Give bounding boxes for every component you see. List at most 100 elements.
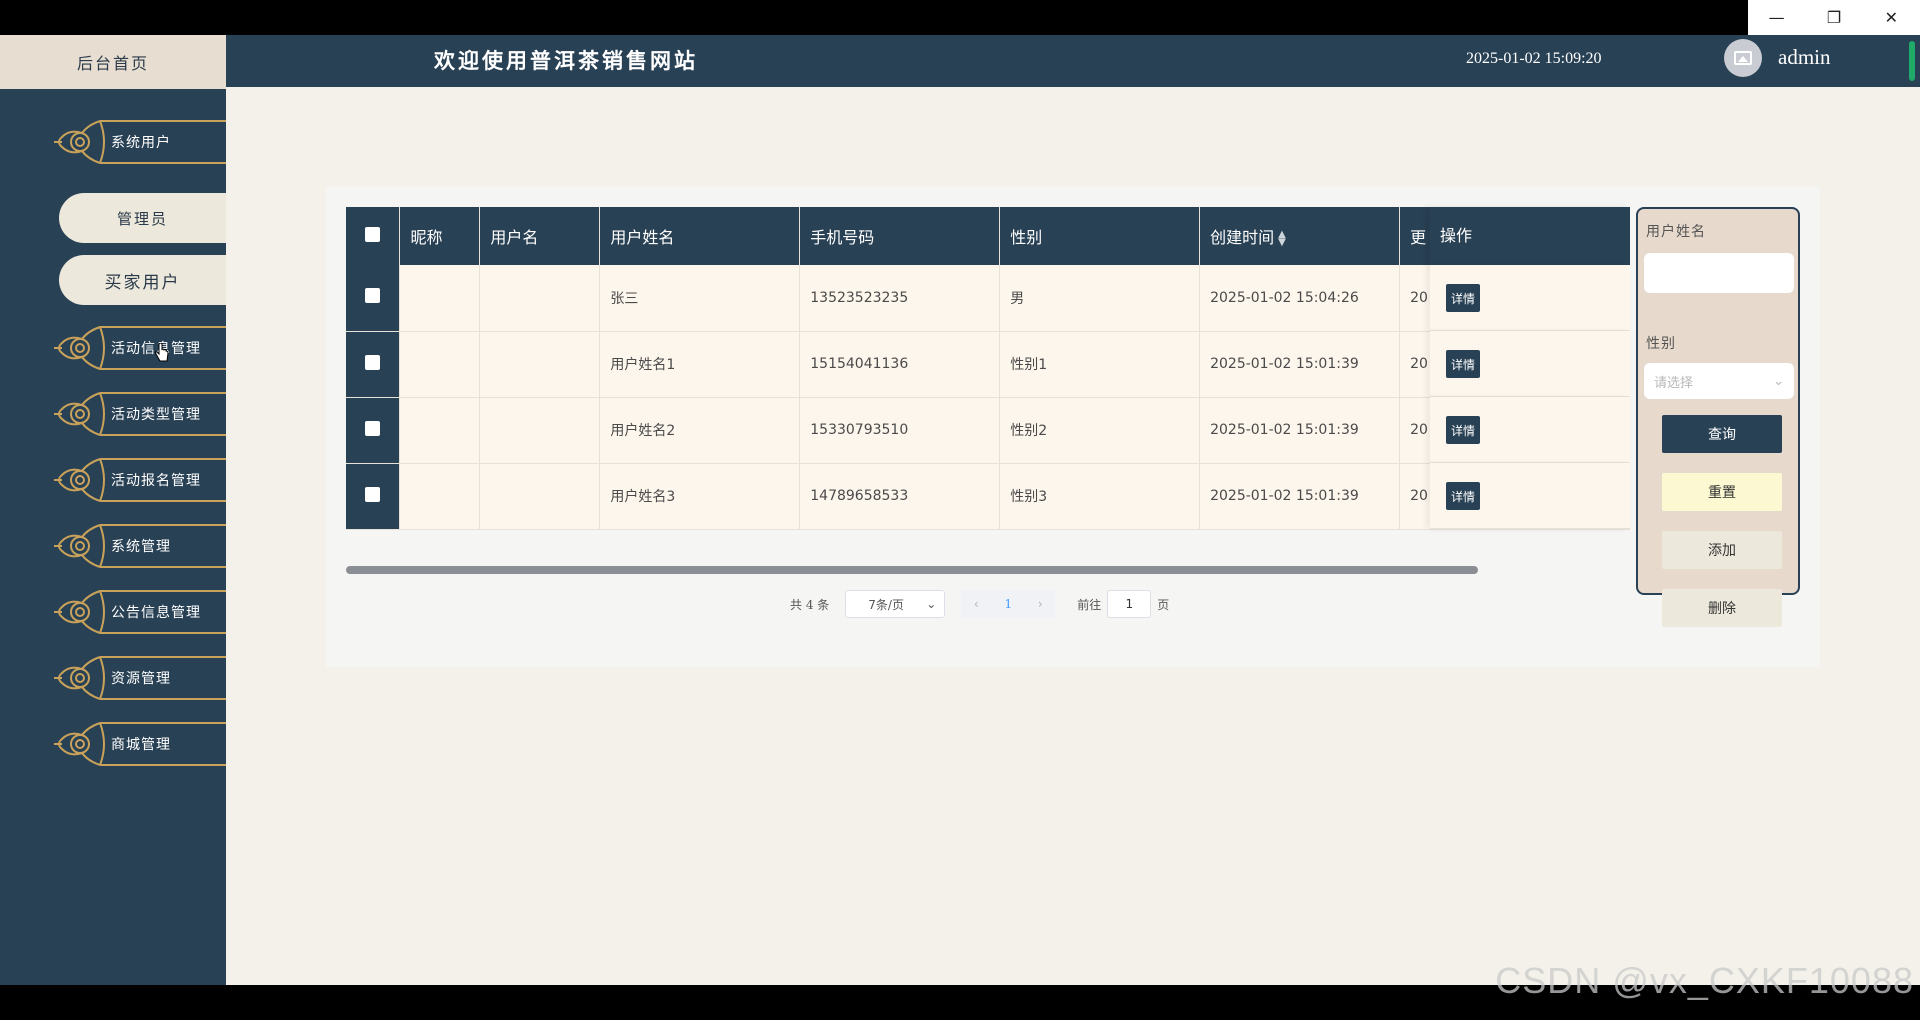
window-controls: — ❐ ✕ — [1748, 0, 1920, 35]
gender-select-placeholder: 请选择 — [1654, 375, 1694, 391]
sidebar-item-mall[interactable]: 商城管理 — [52, 717, 226, 771]
row-checkbox[interactable] — [346, 331, 401, 398]
reset-button[interactable]: 重置 — [1662, 473, 1782, 511]
cell-created: 2025-01-02 15:04:26 — [1199, 265, 1401, 332]
operation-cell: 详情 — [1430, 463, 1630, 529]
sidebar-item-label: 资源管理 — [111, 671, 171, 687]
column-header-realname: 用户姓名 — [599, 207, 801, 265]
image-placeholder-icon — [1734, 51, 1752, 65]
query-button[interactable]: 查询 — [1662, 415, 1782, 453]
column-header-created[interactable]: 创建时间 ▲ ▼ — [1199, 207, 1401, 265]
add-button[interactable]: 添加 — [1662, 531, 1782, 569]
goto-page-input[interactable]: 1 — [1107, 590, 1152, 618]
cell-gender: 性别2 — [999, 397, 1201, 464]
checkbox-icon[interactable] — [365, 420, 381, 436]
cell-created: 2025-01-02 15:01:39 — [1199, 331, 1401, 398]
cell-nickname — [399, 265, 481, 332]
row-checkbox[interactable] — [346, 397, 401, 464]
cell-nickname — [399, 397, 481, 464]
pagination-total: 共 4 条 — [790, 597, 830, 612]
home-link[interactable]: 后台首页 — [0, 35, 226, 89]
cell-realname: 张三 — [599, 265, 801, 332]
prev-page-button[interactable]: ‹ — [961, 590, 992, 618]
cell-nickname — [399, 463, 481, 530]
sidebar-item-system-users[interactable]: 系统用户 — [52, 115, 226, 169]
username[interactable]: admin — [1778, 45, 1831, 70]
sidebar-item-label: 活动报名管理 — [111, 473, 201, 489]
sidebar-item-notice[interactable]: 公告信息管理 — [52, 585, 226, 639]
delete-button[interactable]: 删除 — [1662, 589, 1782, 627]
cell-nickname — [399, 331, 481, 398]
cell-realname: 用户姓名2 — [599, 397, 801, 464]
detail-button[interactable]: 详情 — [1446, 416, 1480, 444]
sidebar-item-label: 系统管理 — [111, 539, 171, 555]
sidebar-item-activity-info[interactable]: 活动信息管理 — [52, 321, 226, 375]
detail-button[interactable]: 详情 — [1446, 350, 1480, 378]
chevron-down-icon: ⌄ — [1773, 373, 1784, 389]
sidebar-subitem-buyers[interactable]: 买家用户 — [59, 255, 226, 305]
close-button[interactable]: ✕ — [1863, 0, 1920, 35]
cell-phone: 15154041136 — [799, 331, 1001, 398]
app-root: 欢迎使用普洱茶销售网站 2025-01-02 15:09:20 admin 后台… — [0, 35, 1920, 985]
cell-realname: 用户姓名3 — [599, 463, 801, 530]
goto-unit: 页 — [1157, 597, 1170, 612]
cell-created: 2025-01-02 15:01:39 — [1199, 397, 1401, 464]
column-header-phone: 手机号码 — [799, 207, 1001, 265]
minimize-button[interactable]: — — [1748, 0, 1805, 35]
select-all-checkbox[interactable] — [346, 207, 401, 265]
sort-icon[interactable]: ▲ ▼ — [1278, 229, 1286, 247]
next-page-button[interactable]: › — [1025, 590, 1056, 618]
sidebar: 系统用户 管理员 买家用户 活动信息管理 活动类型管理 活动报名管理 系统管理 … — [0, 89, 226, 985]
sidebar-item-system-admin[interactable]: 系统管理 — [52, 519, 226, 573]
detail-button[interactable]: 详情 — [1446, 482, 1480, 510]
cell-created: 2025-01-02 15:01:39 — [1199, 463, 1401, 530]
row-checkbox[interactable] — [346, 265, 401, 332]
row-checkbox[interactable] — [346, 463, 401, 530]
watermark: CSDN @vx_CXKF10088 — [1495, 960, 1914, 1001]
page-size-select[interactable]: 7条/页 ⌄ — [845, 590, 946, 618]
page-size-value: 7条/页 — [868, 597, 904, 612]
sidebar-item-label: 活动类型管理 — [111, 407, 201, 423]
column-header-label: 创建时间 — [1210, 228, 1275, 247]
pagination: 共 4 条 7条/页 ⌄ ‹ 1 › 前往 1 页 — [790, 590, 1169, 618]
checkbox-icon[interactable] — [365, 354, 381, 370]
sidebar-item-activity-type[interactable]: 活动类型管理 — [52, 387, 226, 441]
column-header-operation: 操作 — [1430, 207, 1630, 265]
sidebar-item-activity-signup[interactable]: 活动报名管理 — [52, 453, 226, 507]
chevron-left-icon: ‹ — [973, 597, 979, 611]
hand-cursor-icon — [155, 343, 169, 362]
sidebar-item-label: 商城管理 — [111, 737, 171, 753]
gender-filter-label: 性别 — [1646, 336, 1676, 352]
column-header-nickname: 昵称 — [399, 207, 481, 265]
chevron-down-icon: ⌄ — [926, 597, 937, 611]
page-number-current[interactable]: 1 — [991, 590, 1026, 618]
realname-filter-input[interactable] — [1644, 253, 1794, 293]
operation-column: 操作 详情 详情 详情 详情 — [1430, 207, 1630, 565]
cell-username — [479, 463, 601, 530]
sidebar-subitem-admin[interactable]: 管理员 — [59, 193, 226, 243]
checkbox-icon[interactable] — [365, 288, 381, 304]
detail-button[interactable]: 详情 — [1446, 284, 1480, 312]
checkbox-icon[interactable] — [365, 486, 381, 502]
sidebar-item-label: 系统用户 — [111, 135, 171, 151]
cell-phone: 14789658533 — [799, 463, 1001, 530]
gender-filter-select[interactable]: 请选择 ⌄ — [1644, 363, 1794, 399]
goto-label: 前往 — [1077, 597, 1102, 612]
cell-phone: 15330793510 — [799, 397, 1001, 464]
cell-username — [479, 397, 601, 464]
horizontal-scrollbar[interactable] — [346, 566, 1478, 574]
restore-button[interactable]: ❐ — [1805, 0, 1862, 35]
cell-gender: 性别1 — [999, 331, 1201, 398]
site-title: 欢迎使用普洱茶销售网站 — [434, 48, 698, 73]
column-header-username: 用户名 — [479, 207, 601, 265]
checkbox-icon[interactable] — [365, 226, 381, 242]
operation-cell: 详情 — [1430, 265, 1630, 331]
cell-username — [479, 265, 601, 332]
realname-filter-label: 用户姓名 — [1646, 224, 1706, 240]
chevron-right-icon: › — [1037, 597, 1043, 611]
avatar[interactable] — [1724, 39, 1762, 77]
cell-realname: 用户姓名1 — [599, 331, 801, 398]
window-titlebar: — ❐ ✕ — [0, 0, 1920, 35]
sidebar-item-resources[interactable]: 资源管理 — [52, 651, 226, 705]
column-header-gender: 性别 — [999, 207, 1201, 265]
